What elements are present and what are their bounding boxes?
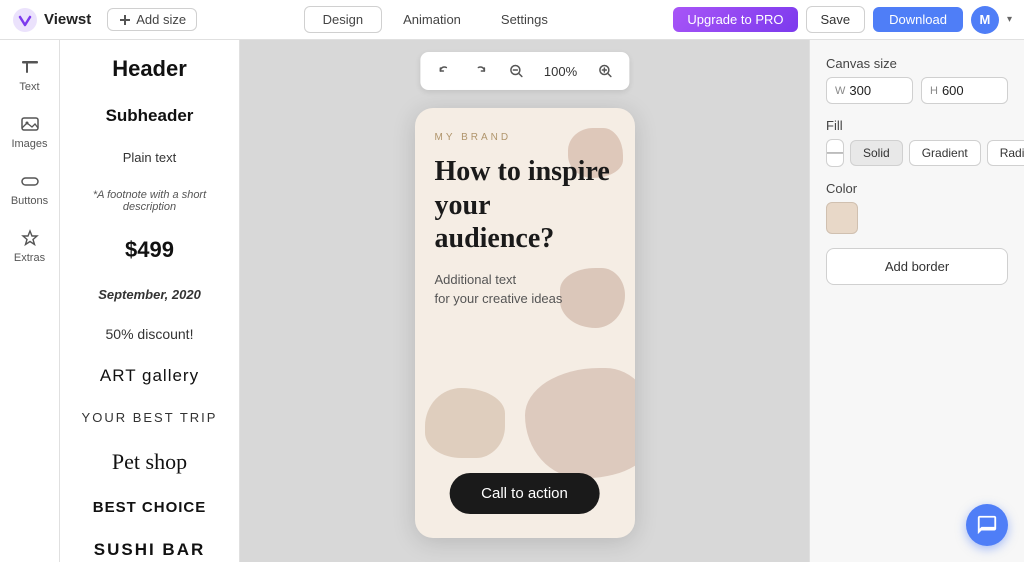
text-style-sushibar[interactable]: SUSHI BAR (72, 540, 227, 560)
avatar-chevron-icon[interactable]: ▾ (1007, 14, 1012, 25)
zoom-in-icon (597, 63, 613, 79)
sidebar-label-buttons: Buttons (11, 195, 48, 207)
text-panel: Header Subheader Plain text *A footnote … (60, 40, 240, 562)
fill-label: Fill (826, 118, 1008, 133)
fill-options-row: — Solid Gradient Radial (826, 139, 1008, 167)
tab-bar: Design Animation Settings (205, 6, 665, 33)
text-style-art[interactable]: ART gallery (72, 366, 227, 386)
sidebar-item-images[interactable]: Images (4, 105, 56, 158)
text-style-price[interactable]: $499 (72, 237, 227, 263)
fill-gradient-button[interactable]: Gradient (909, 140, 981, 166)
text-style-bestchoice[interactable]: BEST CHOICE (72, 499, 227, 516)
blob-decoration-2 (560, 268, 625, 328)
canvas-size-fields: W 300 H 600 (826, 77, 1008, 104)
chat-bubble-button[interactable] (966, 504, 1008, 546)
fill-section: Fill — Solid Gradient Radial (826, 118, 1008, 167)
topbar-right: Upgrade to PRO Save Download M ▾ (673, 6, 1012, 34)
right-panel: Canvas size W 300 H 600 Fill — Solid Gra… (809, 40, 1024, 562)
icon-sidebar: Text Images Buttons Extras (0, 40, 60, 562)
text-style-trip[interactable]: YOUR BEST TRIP (72, 410, 227, 425)
tab-animation[interactable]: Animation (384, 6, 480, 33)
text-icon (19, 56, 41, 78)
buttons-icon (19, 170, 41, 192)
height-label: H (930, 85, 938, 97)
card-subtext[interactable]: Additional textfor your creative ideas (435, 270, 563, 309)
blob-decoration-3 (425, 388, 505, 458)
sidebar-label-images: Images (11, 138, 47, 150)
color-swatch[interactable] (826, 202, 858, 234)
images-icon (19, 113, 41, 135)
zoom-in-button[interactable] (591, 57, 619, 85)
text-style-petshop[interactable]: Pet shop (72, 449, 227, 475)
card-cta-button[interactable]: Call to action (449, 473, 600, 514)
main-layout: Text Images Buttons Extras Header Sub (0, 40, 1024, 562)
sidebar-label-extras: Extras (14, 252, 45, 264)
fill-solid-button[interactable]: Solid (850, 140, 903, 166)
color-section: Color (826, 181, 1008, 234)
canvas-toolbar: 100% (420, 52, 629, 90)
canvas-size-label: Canvas size (826, 56, 1008, 71)
sidebar-item-buttons[interactable]: Buttons (4, 162, 56, 215)
redo-button[interactable] (466, 57, 494, 85)
add-border-button[interactable]: Add border (826, 248, 1008, 285)
card-brand: MY BRAND (435, 132, 512, 143)
add-size-button[interactable]: Add size (107, 8, 197, 31)
zoom-level: 100% (538, 64, 583, 79)
undo-icon (436, 63, 452, 79)
design-card[interactable]: MY BRAND How to inspireyour audience? Ad… (415, 108, 635, 538)
width-label: W (835, 85, 845, 97)
fill-none-button[interactable]: — (826, 139, 844, 167)
text-style-discount[interactable]: 50% discount! (72, 326, 227, 342)
upgrade-button[interactable]: Upgrade to PRO (673, 7, 797, 32)
blob-decoration-4 (525, 368, 635, 478)
text-style-header[interactable]: Header (72, 56, 227, 82)
logo-icon (12, 7, 38, 33)
extras-icon (19, 227, 41, 249)
tab-settings[interactable]: Settings (482, 6, 567, 33)
sidebar-label-text: Text (19, 81, 39, 93)
width-field[interactable]: W 300 (826, 77, 913, 104)
text-style-subheader[interactable]: Subheader (72, 106, 227, 126)
height-field[interactable]: H 600 (921, 77, 1008, 104)
redo-icon (472, 63, 488, 79)
avatar[interactable]: M (971, 6, 999, 34)
chat-icon (976, 514, 998, 536)
logo[interactable]: Viewst (12, 7, 91, 33)
save-button[interactable]: Save (806, 6, 866, 33)
logo-text: Viewst (44, 11, 91, 28)
sidebar-item-extras[interactable]: Extras (4, 219, 56, 272)
plus-icon (118, 13, 132, 27)
text-style-plain[interactable]: Plain text (72, 150, 227, 165)
text-style-footnote[interactable]: *A footnote with a short description (72, 189, 227, 213)
zoom-out-icon (508, 63, 524, 79)
width-value: 300 (849, 83, 871, 98)
download-button[interactable]: Download (873, 7, 963, 32)
canvas-area[interactable]: 100% MY BRAND How to inspireyour audienc… (240, 40, 809, 562)
tab-design[interactable]: Design (304, 6, 382, 33)
card-headline[interactable]: How to inspireyour audience? (435, 155, 615, 256)
sidebar-item-text[interactable]: Text (4, 48, 56, 101)
canvas-size-section: Canvas size W 300 H 600 (826, 56, 1008, 104)
topbar: Viewst Add size Design Animation Setting… (0, 0, 1024, 40)
zoom-out-button[interactable] (502, 57, 530, 85)
fill-radial-button[interactable]: Radial (987, 140, 1024, 166)
color-label: Color (826, 181, 1008, 196)
undo-button[interactable] (430, 57, 458, 85)
text-style-date[interactable]: September, 2020 (72, 287, 227, 302)
height-value: 600 (942, 83, 964, 98)
